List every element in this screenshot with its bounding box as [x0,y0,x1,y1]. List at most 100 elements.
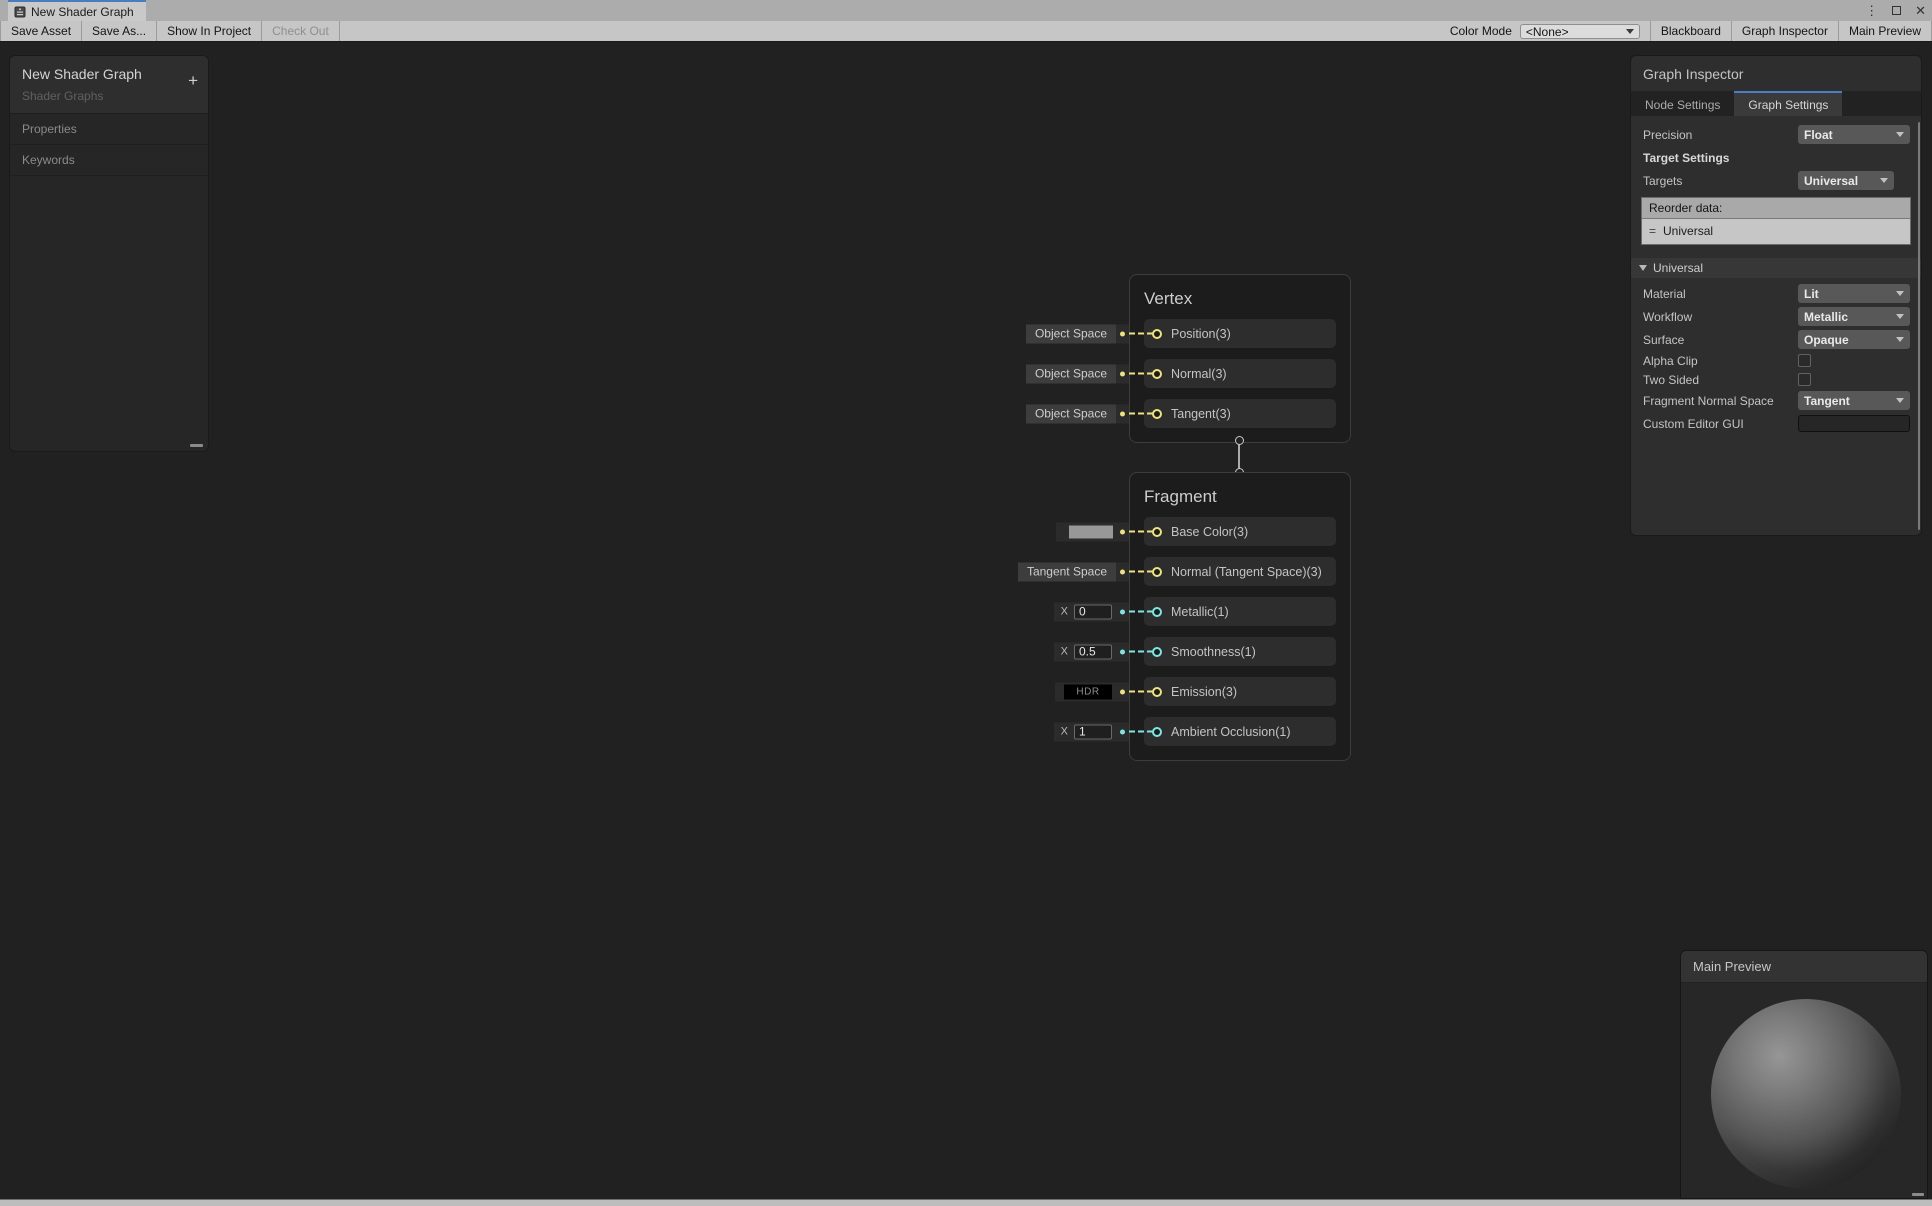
ao-value-field[interactable] [1074,724,1112,739]
color-swatch[interactable] [1069,525,1113,538]
vertex-fragment-edge[interactable] [1233,436,1245,477]
connector-dot-icon [1120,609,1125,614]
two-sided-checkbox[interactable] [1798,373,1811,386]
targets-dropdown[interactable]: Universal [1798,171,1894,190]
surface-row: Surface Opaque [1631,328,1921,351]
blackboard-header[interactable]: New Shader Graph Shader Graphs + [10,56,208,114]
color-mode-dropdown[interactable]: <None> [1520,24,1640,39]
normal-port-icon[interactable] [1152,369,1162,379]
connector-dot-icon [1120,529,1125,534]
fragment-slot-emission[interactable]: Emission(3) HDR [1144,677,1336,706]
ambient-occlusion-widget: X [1054,722,1153,741]
chevron-down-icon [1896,398,1904,403]
precision-dropdown[interactable]: Float [1798,125,1910,144]
fragment-slot-ambient-occlusion[interactable]: Ambient Occlusion(1) X [1144,717,1336,746]
ambient-occlusion-port-icon[interactable] [1152,727,1162,737]
color-mode-label: Color Mode [1442,21,1520,41]
vertex-slot-position[interactable]: Position(3) Object Space [1144,319,1336,348]
emission-port-icon[interactable] [1152,687,1162,697]
fragment-normal-space-label: Fragment Normal Space [1643,394,1774,408]
fragment-normal-space-dropdown[interactable]: Tangent [1798,391,1910,410]
normal-ts-space-dropdown[interactable]: Tangent Space [1018,562,1116,581]
alpha-clip-checkbox[interactable] [1798,354,1811,367]
color-mode-value: <None> [1526,25,1569,39]
smoothness-port-icon[interactable] [1152,647,1162,657]
inspector-tab-bar: Node Settings Graph Settings [1631,91,1921,116]
tangent-space-dropdown[interactable]: Object Space [1026,404,1116,423]
x-component-label: X [1061,606,1068,618]
material-dropdown[interactable]: Lit [1798,284,1910,303]
position-space-widget: Object Space [1026,324,1153,343]
fragment-slot-base-color[interactable]: Base Color(3) [1144,517,1336,546]
custom-editor-gui-field[interactable] [1798,415,1910,432]
blackboard-section-properties[interactable]: Properties [10,114,208,145]
blackboard-resize-handle[interactable] [190,444,203,447]
position-port-icon[interactable] [1152,329,1162,339]
base-color-swatch-box [1056,522,1116,541]
edge-endpoint-icon [1235,436,1244,445]
position-space-dropdown[interactable]: Object Space [1026,324,1116,343]
vertex-slot-tangent[interactable]: Tangent(3) Object Space [1144,399,1336,428]
blackboard-toggle-button[interactable]: Blackboard [1650,21,1732,41]
tangent-port-icon[interactable] [1152,409,1162,419]
maximize-icon[interactable] [1892,6,1901,15]
fragment-normal-space-value: Tangent [1804,394,1850,408]
x-component-label: X [1061,726,1068,738]
slot-label: Normal(3) [1171,367,1227,381]
close-icon[interactable]: ✕ [1915,4,1926,17]
metallic-widget: X [1054,602,1153,621]
reorder-item-universal[interactable]: = Universal [1642,219,1910,244]
fragment-slot-metallic[interactable]: Metallic(1) X [1144,597,1336,626]
connector-dash-icon [1129,691,1153,693]
preview-sphere[interactable] [1711,999,1901,1189]
fragment-slot-smoothness[interactable]: Smoothness(1) X [1144,637,1336,666]
save-as-button[interactable]: Save As... [82,21,157,41]
graph-inspector-toggle-button[interactable]: Graph Inspector [1732,21,1839,41]
tab-new-shader-graph[interactable]: New Shader Graph [8,0,146,21]
reorder-data-list: Reorder data: = Universal [1641,197,1911,245]
shader-graph-asset-icon [14,6,26,18]
graph-inspector-panel[interactable]: Graph Inspector Node Settings Graph Sett… [1630,55,1922,536]
save-asset-button[interactable]: Save Asset [0,21,82,41]
smoothness-value-field[interactable] [1074,644,1112,659]
normal-ts-port-icon[interactable] [1152,567,1162,577]
metallic-port-icon[interactable] [1152,607,1162,617]
smoothness-float-box: X [1054,642,1116,661]
connector-dash-icon [1129,731,1153,733]
tab-graph-settings[interactable]: Graph Settings [1734,91,1842,116]
fragment-normal-space-row: Fragment Normal Space Tangent [1631,389,1921,412]
fragment-slot-normal[interactable]: Normal (Tangent Space)(3) Tangent Space [1144,557,1336,586]
base-color-port-icon[interactable] [1152,527,1162,537]
graph-canvas[interactable]: New Shader Graph Shader Graphs + Propert… [0,43,1932,1199]
main-preview-panel[interactable]: Main Preview [1680,950,1928,1199]
surface-dropdown[interactable]: Opaque [1798,330,1910,349]
connector-dot-box [1116,324,1129,343]
tab-node-settings[interactable]: Node Settings [1631,91,1734,116]
add-property-button[interactable]: + [188,72,198,89]
inspector-scrollbar[interactable] [1918,122,1920,530]
blackboard-panel[interactable]: New Shader Graph Shader Graphs + Propert… [9,55,209,452]
connector-dot-box [1116,722,1129,741]
connector-dot-icon [1120,331,1125,336]
target-settings-heading-row: Target Settings [1631,146,1921,169]
vertex-node[interactable]: Vertex Position(3) Object Space Normal(3… [1129,274,1351,443]
blackboard-section-keywords[interactable]: Keywords [10,145,208,176]
connector-dash-icon [1129,413,1153,415]
preview-resize-handle[interactable] [1912,1193,1924,1196]
normal-space-dropdown[interactable]: Object Space [1026,364,1116,383]
metallic-value-field[interactable] [1074,604,1112,619]
hdr-color-swatch[interactable]: HDR [1064,684,1112,699]
main-preview-header[interactable]: Main Preview [1681,951,1927,983]
two-sided-label: Two Sided [1643,373,1699,387]
workflow-dropdown[interactable]: Metallic [1798,307,1910,326]
drag-handle-icon[interactable]: = [1649,225,1656,237]
main-preview-toggle-button[interactable]: Main Preview [1839,21,1932,41]
fragment-node[interactable]: Fragment Base Color(3) Normal (Tangent S… [1129,472,1351,761]
slot-label: Smoothness(1) [1171,645,1256,659]
vertex-slot-normal[interactable]: Normal(3) Object Space [1144,359,1336,388]
connector-dot-icon [1120,371,1125,376]
main-preview-title: Main Preview [1693,959,1771,974]
universal-foldout-header[interactable]: Universal [1631,258,1921,278]
window-menu-icon[interactable]: ⋮ [1865,4,1878,17]
show-in-project-button[interactable]: Show In Project [157,21,262,41]
